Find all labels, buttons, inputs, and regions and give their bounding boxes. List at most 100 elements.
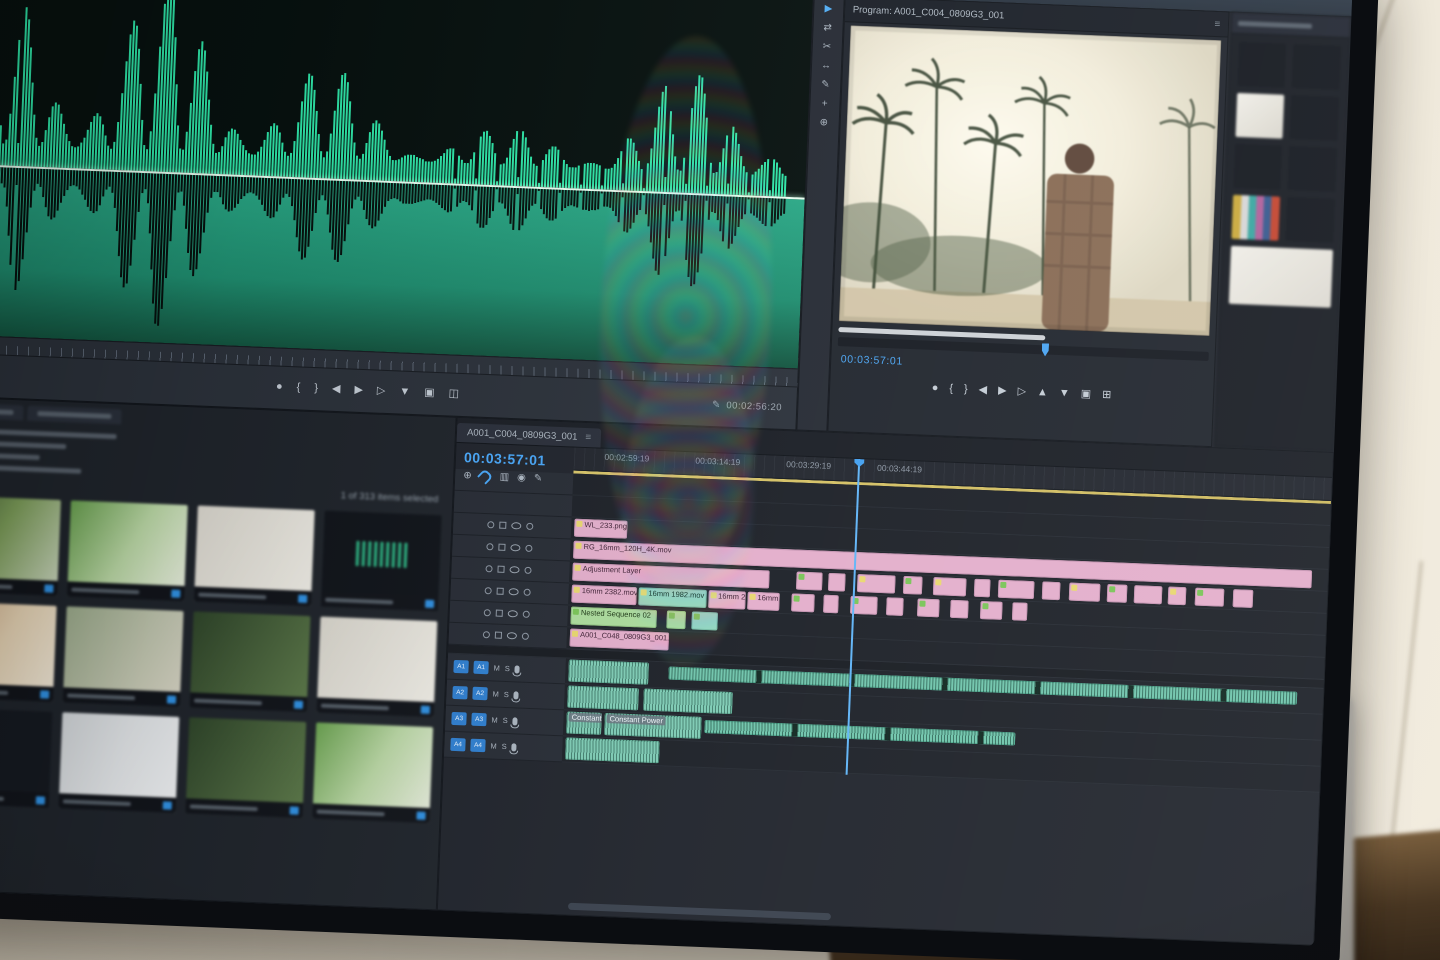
- track-lock-icon[interactable]: [487, 521, 494, 528]
- track-output-icon[interactable]: [511, 522, 521, 529]
- timeline-clip[interactable]: WL_233.png: [574, 519, 628, 539]
- timeline-clip[interactable]: [998, 580, 1035, 599]
- timeline-clip[interactable]: [643, 689, 733, 715]
- comparison-view-button[interactable]: ⊞: [1102, 389, 1112, 400]
- source-patch-a3[interactable]: A3: [451, 712, 467, 726]
- track-lock-icon[interactable]: [483, 631, 490, 638]
- timeline-clip[interactable]: Constant Power: [604, 713, 702, 739]
- voiceover-record-icon[interactable]: [513, 717, 518, 725]
- mark-out-button[interactable]: }: [964, 384, 968, 395]
- step-forward-button[interactable]: ▷: [1017, 386, 1026, 397]
- track-output-icon[interactable]: [508, 610, 518, 617]
- clip-thumbnail[interactable]: [312, 722, 433, 823]
- track-toggle-icon[interactable]: [524, 589, 531, 596]
- panel-menu-icon[interactable]: ≡: [1214, 18, 1220, 29]
- solo-button[interactable]: S: [503, 716, 508, 725]
- overwrite-button[interactable]: ▣: [424, 388, 435, 399]
- track-output-icon[interactable]: [509, 588, 519, 595]
- timeline-clip[interactable]: 16mm 1982.mov: [638, 587, 707, 608]
- timeline-clip[interactable]: [568, 660, 649, 685]
- clip-thumbnail[interactable]: [0, 601, 57, 702]
- timeline-timecode[interactable]: 00:03:57:01: [464, 449, 575, 469]
- bin-thumbnail-dark[interactable]: [1233, 144, 1282, 190]
- bin-thumbnail-dark[interactable]: [1292, 44, 1341, 90]
- program-video-frame[interactable]: [838, 25, 1221, 336]
- timeline-clip[interactable]: [1069, 583, 1100, 602]
- audio-waveform[interactable]: [0, 0, 813, 369]
- clip-thumbnail[interactable]: [194, 506, 315, 607]
- track-output-icon[interactable]: [507, 632, 517, 639]
- timeline-settings-button[interactable]: ✎: [534, 473, 543, 483]
- timeline-clip[interactable]: 16mm 1982: [747, 592, 780, 611]
- step-forward-button[interactable]: ▷: [377, 386, 386, 397]
- mark-in-button[interactable]: {: [296, 383, 300, 394]
- voiceover-record-icon[interactable]: [514, 691, 519, 699]
- timeline-clip[interactable]: A001_C048_0809G3_001.R3D: [570, 629, 669, 651]
- track-target-a2[interactable]: A2: [472, 687, 488, 701]
- timeline-clip[interactable]: [886, 597, 903, 616]
- sync-lock-icon[interactable]: [497, 566, 504, 573]
- bin-thumbnail-dark[interactable]: [1237, 42, 1286, 88]
- sync-lock-icon[interactable]: [498, 544, 505, 551]
- linked-selection-toggle[interactable]: ▥: [499, 472, 509, 482]
- play-button[interactable]: ▶: [354, 385, 363, 396]
- add-marker-button[interactable]: ●: [276, 382, 283, 393]
- clip-thumbnail[interactable]: [190, 611, 311, 712]
- solo-button[interactable]: S: [505, 664, 510, 673]
- program-tab[interactable]: Program: A001_C004_0809G3_001: [853, 4, 1005, 21]
- pen-tool[interactable]: ✎: [821, 80, 830, 90]
- add-marker-button[interactable]: ●: [931, 382, 938, 393]
- play-button[interactable]: ▶: [998, 385, 1007, 396]
- clip-thumbnail[interactable]: [67, 500, 188, 601]
- clip-thumbnail[interactable]: [317, 617, 438, 718]
- timeline-clip[interactable]: [857, 574, 896, 594]
- mute-button[interactable]: M: [492, 689, 499, 698]
- timeline-horizontal-scrollbar[interactable]: [568, 903, 831, 921]
- track-toggle-icon[interactable]: [526, 523, 533, 530]
- solo-button[interactable]: S: [502, 742, 507, 751]
- bin-thumbnail-dark[interactable]: [1286, 197, 1335, 243]
- selection-tool[interactable]: ▶: [824, 4, 832, 14]
- sync-lock-icon[interactable]: [496, 610, 503, 617]
- panel-menu-icon[interactable]: ≡: [585, 432, 591, 443]
- add-button[interactable]: ⊕: [463, 471, 472, 481]
- export-frame-button[interactable]: ▣: [1081, 388, 1092, 399]
- solo-button[interactable]: S: [504, 690, 509, 699]
- clip-thumbnail[interactable]: [0, 707, 52, 808]
- track-toggle-icon[interactable]: [522, 633, 529, 640]
- lift-button[interactable]: ▲: [1037, 387, 1048, 398]
- timeline-clip[interactable]: [950, 600, 969, 619]
- timeline-clip[interactable]: [791, 593, 814, 612]
- timeline-clip[interactable]: [917, 598, 940, 617]
- source-patch-a2[interactable]: A2: [452, 686, 468, 700]
- timeline-clip[interactable]: [1195, 588, 1224, 607]
- timeline-clip[interactable]: [1233, 589, 1253, 608]
- export-frame-button[interactable]: ◫: [448, 389, 459, 400]
- sync-lock-icon[interactable]: [499, 522, 506, 529]
- add-marker-button[interactable]: ◉: [517, 473, 526, 483]
- source-patch-a4[interactable]: A4: [450, 738, 466, 752]
- bin-thumbnail-white[interactable]: [1235, 93, 1284, 139]
- bin-thumbnail-bars[interactable]: [1231, 195, 1280, 241]
- source-patch-a1[interactable]: A1: [453, 660, 469, 674]
- mute-button[interactable]: M: [493, 664, 500, 673]
- timeline-clip[interactable]: [933, 577, 967, 596]
- timeline-clip[interactable]: [828, 573, 845, 592]
- clip-thumbnail[interactable]: [321, 511, 442, 612]
- sync-lock-icon[interactable]: [495, 632, 502, 639]
- track-target-a3[interactable]: A3: [471, 713, 487, 727]
- track-target-a1[interactable]: A1: [473, 661, 489, 675]
- track-toggle-icon[interactable]: [524, 567, 531, 574]
- extract-button[interactable]: ▼: [1059, 387, 1070, 398]
- bin-thumbnail-dark[interactable]: [1288, 146, 1337, 192]
- timeline-clip[interactable]: 16mm 2382: [708, 590, 747, 610]
- program-playhead-marker[interactable]: [1042, 343, 1050, 356]
- track-toggle-icon[interactable]: [525, 545, 532, 552]
- timeline-clip[interactable]: [666, 610, 686, 629]
- track-output-icon[interactable]: [509, 566, 519, 573]
- track-select-tool[interactable]: ⇄: [823, 23, 832, 33]
- track-lock-icon[interactable]: [484, 609, 491, 616]
- timeline-clip[interactable]: Nested Sequence 02: [570, 607, 657, 628]
- timeline-clip[interactable]: [1107, 584, 1127, 603]
- track-output-icon[interactable]: [510, 544, 520, 551]
